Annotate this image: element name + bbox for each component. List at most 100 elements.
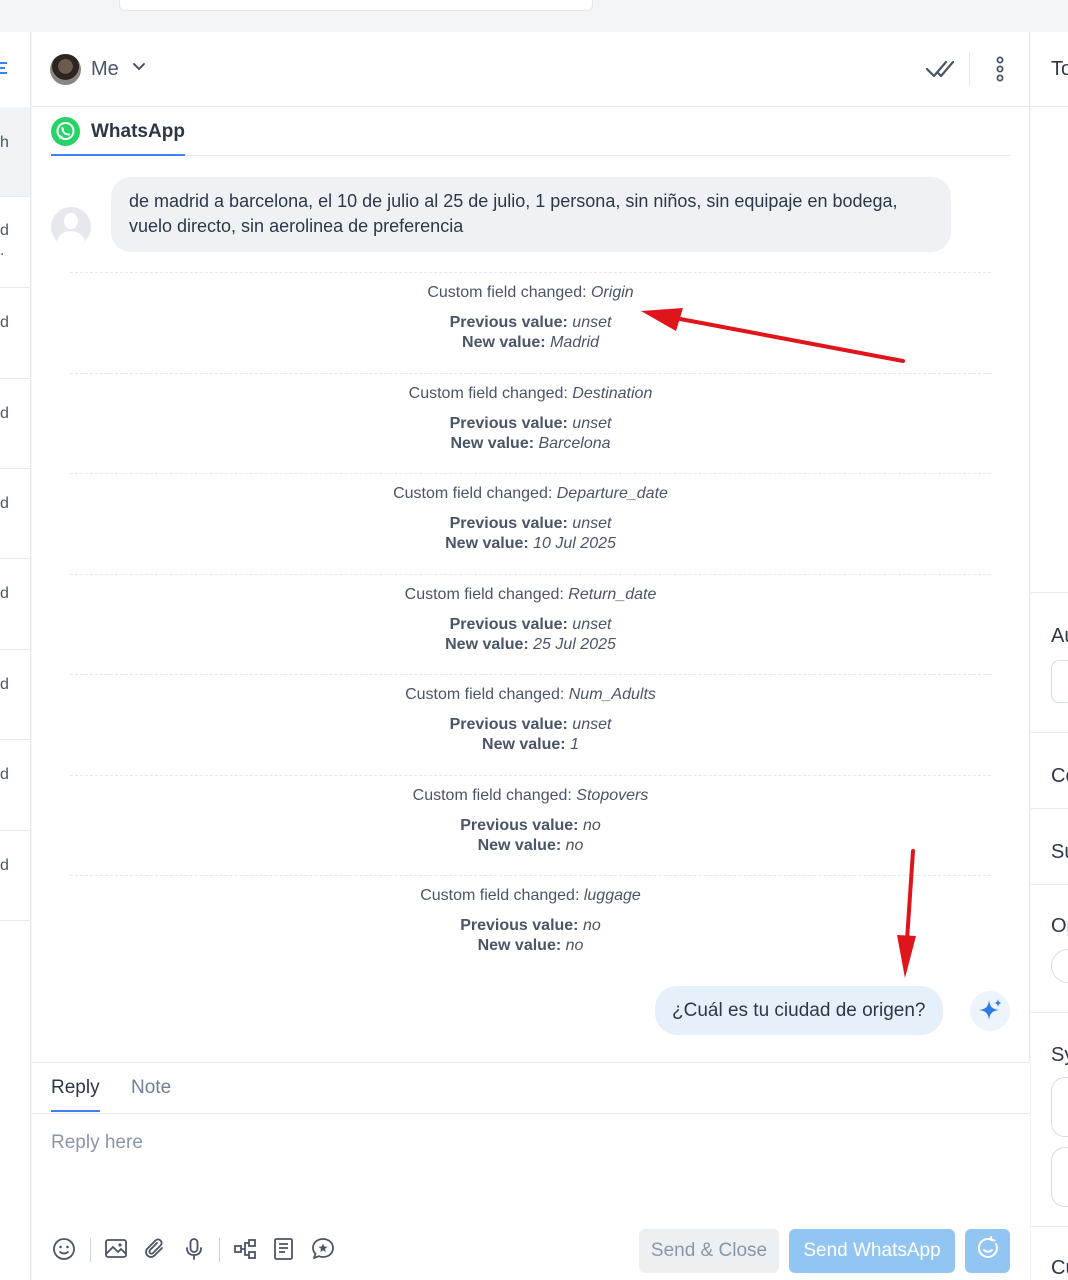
new-label: New value: [445,535,529,552]
new-value: Barcelona [538,434,611,452]
assignee-label[interactable]: Me [91,58,119,81]
list-item[interactable]: d [0,379,30,469]
schedule-send-button[interactable] [965,1229,1010,1273]
new-value: Madrid [550,334,599,351]
details-section-label: Cu [1051,1257,1068,1279]
details-section-label: To [1051,58,1068,80]
details-section-label[interactable]: Su [1051,841,1068,864]
list-item: Custom field changed: Return_date Previo… [70,573,991,675]
details-section-label[interactable]: Co [1051,765,1068,788]
event-prefix: Custom field changed: [405,686,565,703]
prev-label: Previous value: [449,716,568,733]
composer-tabs: Reply Note [32,1063,1030,1114]
header-divider [969,52,970,86]
details-field[interactable] [1051,660,1068,703]
prev-label: Previous value: [449,615,568,633]
list-item-fragment: d [0,222,9,239]
new-value: 1 [570,736,579,753]
event-log: Custom field changed: Origin Previous va… [70,272,991,976]
more-options-icon[interactable] [992,56,1008,84]
outgoing-message: ¿Cuál es tu ciudad de origen? [655,986,943,1035]
microphone-icon[interactable] [181,1236,207,1262]
new-label: New value: [462,334,546,351]
event-prefix: Custom field changed: [404,585,564,603]
tab-reply[interactable]: Reply [51,1077,100,1112]
ai-sparkle-icon[interactable] [970,991,1010,1031]
details-section: Op [1031,884,1068,1012]
toolbar-divider [90,1238,91,1262]
prev-label: Previous value: [460,816,579,834]
prev-value: unset [572,615,612,633]
event-field: Stopovers [576,786,649,804]
attachment-icon[interactable] [142,1236,168,1262]
reply-input[interactable] [51,1132,1001,1154]
event-field: luggage [583,887,641,904]
tab-note[interactable]: Note [131,1077,171,1099]
template-icon[interactable] [271,1236,297,1262]
details-panel: To Au Co Su Op Sy Cu [1031,32,1068,1280]
list-item: Custom field changed: Destination Previo… [70,372,991,474]
prev-value: unset [572,314,612,331]
tab-whatsapp-label: WhatsApp [91,121,185,142]
list-item[interactable]: d [0,740,30,831]
avatar[interactable] [50,54,81,85]
prev-value: no [582,917,601,934]
details-section [1031,106,1068,592]
event-field: Departure_date [556,485,668,502]
event-prefix: Custom field changed: [420,887,580,904]
prev-label: Previous value: [449,414,568,432]
list-item[interactable]: d [0,288,30,379]
details-chip[interactable] [1051,1147,1068,1207]
emoji-icon[interactable] [51,1236,77,1262]
details-section-label: Au [1051,625,1068,647]
contact-avatar [51,207,91,247]
new-label: New value: [477,937,562,954]
whatsapp-icon [51,117,80,146]
event-prefix: Custom field changed: [427,284,587,301]
send-and-close-button[interactable]: Send & Close [639,1229,779,1273]
list-item-fragment: d [0,585,9,602]
list-item: Custom field changed: Departure_date Pre… [70,473,991,574]
image-icon[interactable] [103,1236,129,1262]
new-value: 10 Jul 2025 [533,535,616,552]
new-value: 25 Jul 2025 [533,635,616,653]
details-section: Su [1031,808,1068,884]
list-item[interactable]: d [0,559,30,650]
new-label: New value: [445,635,529,653]
top-search-box[interactable] [119,0,593,11]
details-chip[interactable] [1051,949,1068,983]
channel-tabs: WhatsApp [51,107,1011,156]
list-filter-icon[interactable] [0,62,8,77]
send-whatsapp-button[interactable]: Send WhatsApp [789,1229,955,1273]
details-section: Co [1031,732,1068,808]
list-item[interactable]: d [0,469,30,559]
details-section: Au [1031,592,1068,732]
prev-value: unset [572,515,612,532]
chevron-down-icon[interactable] [132,60,146,74]
workflow-icon[interactable] [232,1236,258,1262]
new-label: New value: [450,434,535,452]
event-prefix: Custom field changed: [408,384,568,402]
conversation-header: Me [32,32,1030,107]
list-item-fragment: . [0,242,5,259]
list-item[interactable]: h [0,107,30,197]
tab-whatsapp[interactable]: WhatsApp [51,117,185,156]
list-item-fragment: d [0,314,9,331]
list-item: Custom field changed: luggage Previous v… [70,875,991,976]
conversation-panel: Me WhatsApp de madrid a barcelona, el 10… [32,32,1030,1280]
list-item[interactable]: d. [0,197,30,288]
list-item-fragment: d [0,495,9,512]
prev-label: Previous value: [449,314,568,331]
prev-value: unset [572,414,612,432]
canned-response-icon[interactable] [310,1236,336,1262]
toolbar-divider [219,1238,220,1262]
prev-value: unset [572,716,612,733]
top-bar [0,0,1068,32]
details-section: Cu [1031,1226,1068,1280]
double-check-icon[interactable] [925,56,955,82]
details-chip[interactable] [1051,1077,1068,1137]
list-item[interactable]: d [0,650,30,740]
prev-value: no [582,816,601,834]
list-item[interactable]: d [0,831,30,921]
list-item-fragment: d [0,766,9,783]
